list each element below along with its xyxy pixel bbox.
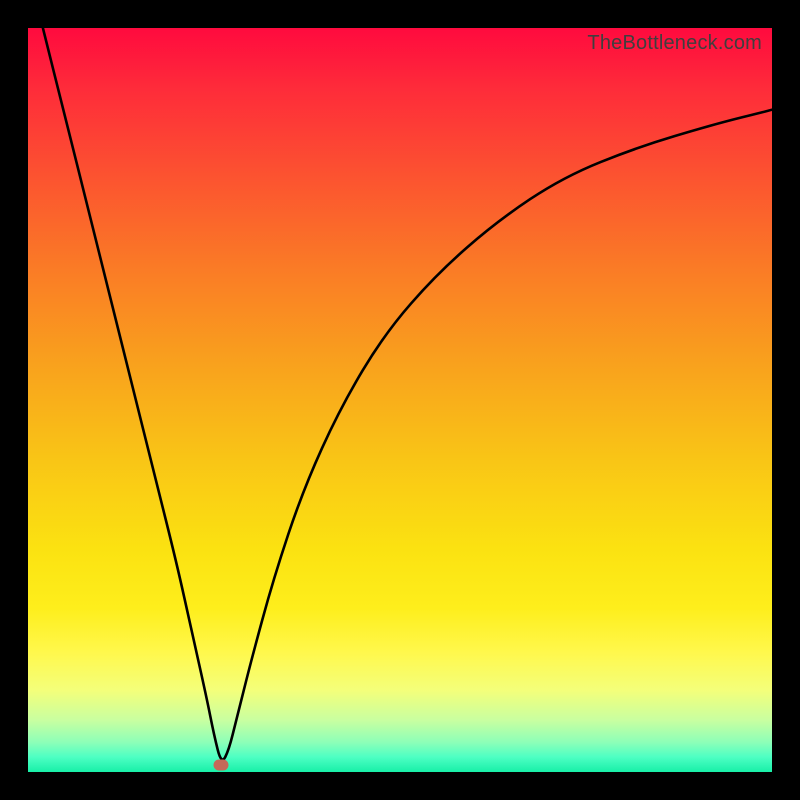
minimum-marker — [214, 759, 229, 770]
plot-area: TheBottleneck.com — [28, 28, 772, 772]
bottleneck-curve — [28, 28, 772, 772]
chart-frame: TheBottleneck.com — [0, 0, 800, 800]
